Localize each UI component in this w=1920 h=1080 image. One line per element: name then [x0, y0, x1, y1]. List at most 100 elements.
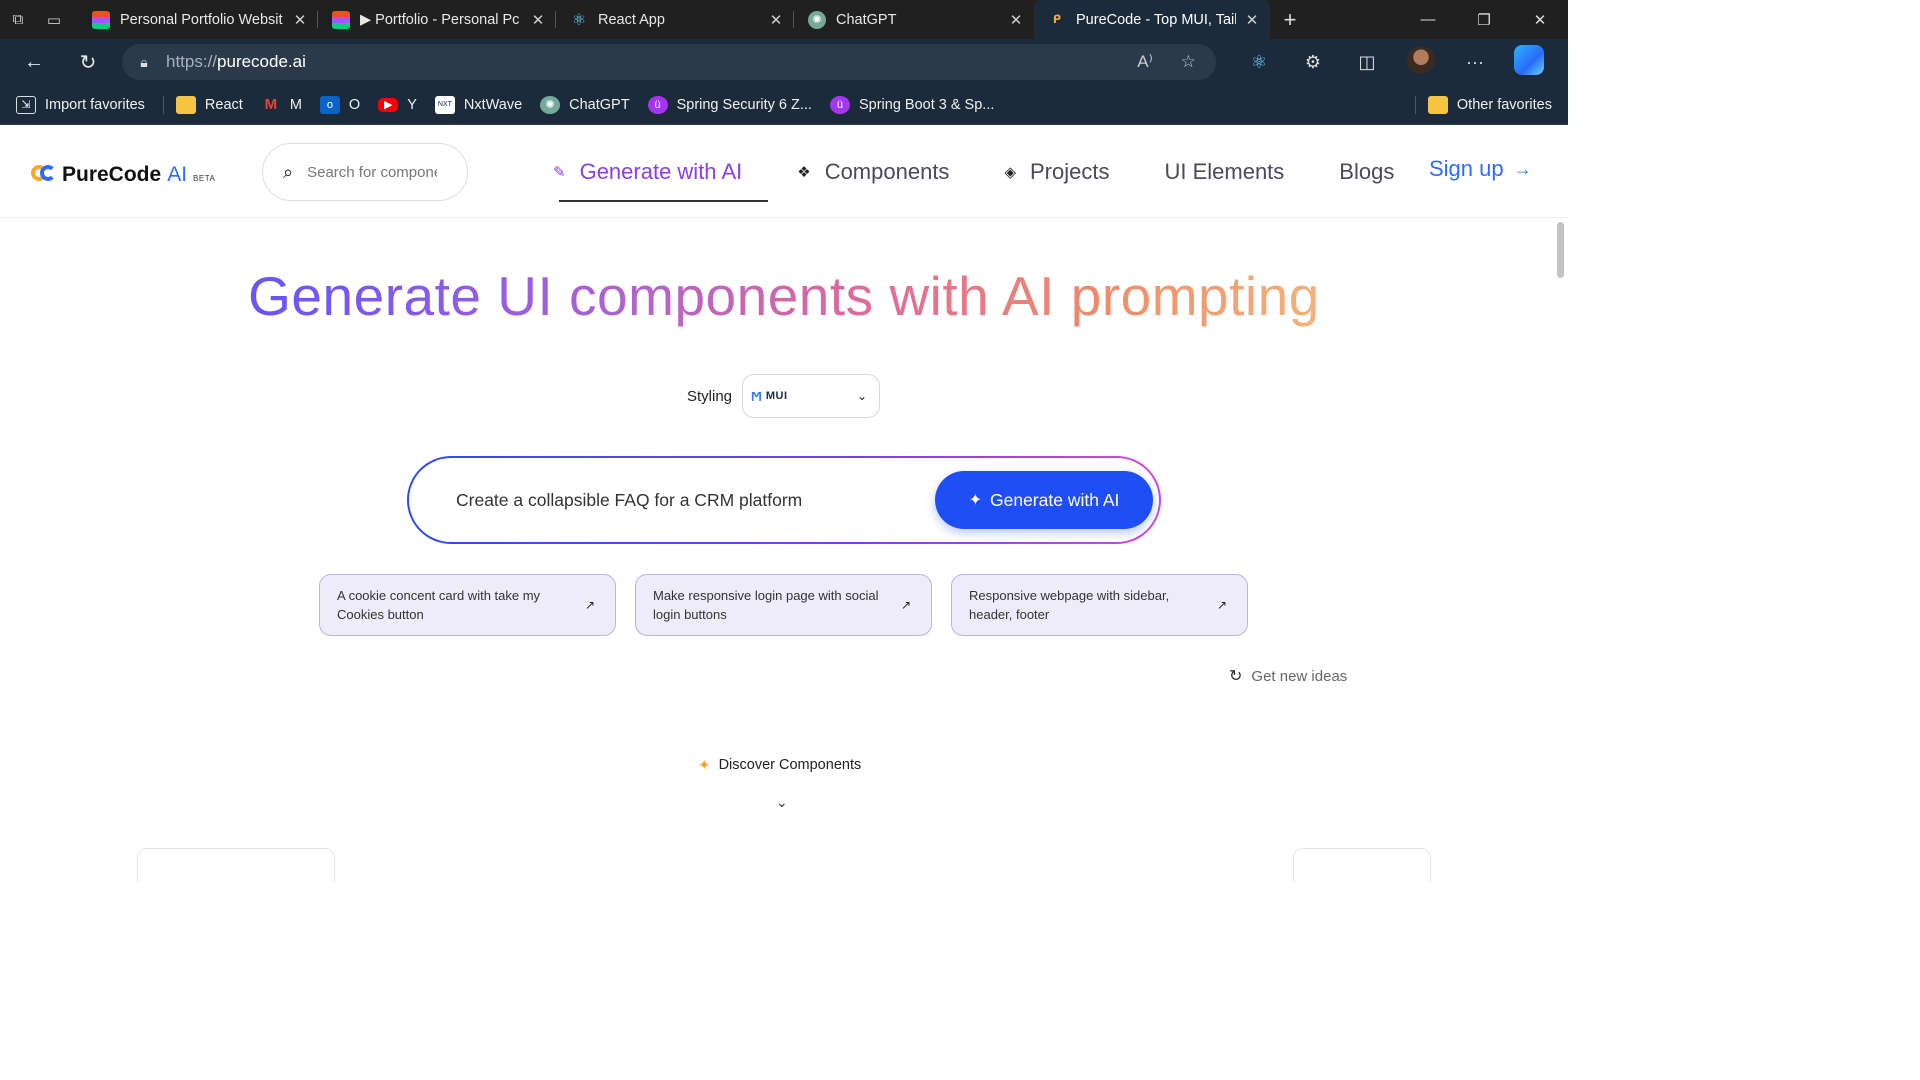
- browser-tab[interactable]: ▶ Portfolio - Personal Pc ✕: [318, 0, 556, 39]
- discover-components[interactable]: ✦ Discover Components: [698, 756, 861, 774]
- new-tab-button[interactable]: +: [1270, 7, 1310, 33]
- react-icon: ⚛: [571, 11, 587, 29]
- sparkles-icon: ✦: [968, 492, 982, 509]
- outlook-icon: o: [319, 95, 340, 114]
- styling-selector: Styling Ϻ MUI ⌄: [687, 374, 881, 418]
- close-icon[interactable]: ✕: [1008, 11, 1024, 29]
- nav-blogs[interactable]: Blogs: [1339, 126, 1394, 218]
- arrow-up-right-icon: ↗: [1216, 598, 1227, 612]
- nxtwave-icon: NXT: [434, 95, 455, 114]
- minimize-icon[interactable]: —: [1400, 11, 1456, 29]
- extensions-icon[interactable]: ⚙: [1286, 52, 1340, 73]
- react-devtools-icon[interactable]: ⚛: [1232, 52, 1286, 73]
- tab-title: PureCode - Top MUI, Tail: [1076, 11, 1236, 28]
- profile-avatar[interactable]: [1394, 45, 1448, 79]
- idea-card[interactable]: Make responsive login page with social l…: [635, 574, 932, 636]
- chatgpt-icon: ✺: [808, 10, 826, 29]
- logo-text: PureCode: [62, 163, 162, 186]
- nav-components[interactable]: ❖ Components: [797, 126, 949, 218]
- read-aloud-icon[interactable]: A⁾: [1137, 52, 1153, 72]
- back-icon[interactable]: ←: [7, 39, 61, 85]
- idea-text: Responsive webpage with sidebar, header,…: [969, 588, 1170, 622]
- bookmark-gmail[interactable]: M M: [261, 96, 302, 114]
- more-menu-icon[interactable]: ···: [1448, 52, 1502, 73]
- folder-icon: [175, 95, 196, 114]
- url-text[interactable]: https://purecode.ai: [166, 52, 306, 72]
- gmail-icon: M: [264, 96, 278, 113]
- browser-tab[interactable]: ⚛ React App ✕: [556, 0, 794, 39]
- discover-label: Discover Components: [718, 757, 862, 773]
- window-close-icon[interactable]: ✕: [1512, 11, 1568, 29]
- search-icon: ⌕: [283, 161, 294, 182]
- nav-projects[interactable]: ◈ Projects: [1004, 126, 1109, 218]
- main-nav: ✎ Generate with AI ❖ Components ◈ Projec…: [553, 126, 1449, 218]
- styling-dropdown[interactable]: Ϻ MUI ⌄: [742, 374, 881, 418]
- workspaces-icon[interactable]: ⧉: [0, 0, 36, 39]
- bookmark-label: Import favorites: [45, 96, 145, 113]
- browser-tab-active[interactable]: ᑭ PureCode - Top MUI, Tail ✕: [1034, 0, 1270, 39]
- browser-tab[interactable]: ✺ ChatGPT ✕: [794, 0, 1034, 39]
- component-card[interactable]: [1293, 848, 1431, 882]
- bookmark-chatgpt[interactable]: ✺ ChatGPT: [540, 95, 630, 114]
- refresh-icon[interactable]: ↻: [61, 39, 115, 85]
- bookmark-other-favorites[interactable]: Other favorites: [1427, 95, 1552, 114]
- chevron-down-icon[interactable]: ⌄: [776, 794, 788, 811]
- magic-wand-icon: ✎: [553, 164, 566, 181]
- site-header: PureCode AI BETA ⌕ ✎ Generate with AI ❖ …: [0, 126, 1568, 218]
- copilot-icon[interactable]: [1502, 44, 1556, 80]
- idea-text: A cookie concent card with take my Cooki…: [337, 588, 541, 622]
- split-screen-icon[interactable]: ◫: [1340, 52, 1394, 73]
- bookmark-spring-security[interactable]: ü Spring Security 6 Z...: [647, 95, 812, 114]
- idea-card[interactable]: A cookie concent card with take my Cooki…: [319, 574, 616, 636]
- bookmark-label: Spring Boot 3 & Sp...: [858, 96, 995, 113]
- address-bar[interactable]: 🔒︎ https://purecode.ai A⁾ ☆: [122, 44, 1216, 80]
- tab-title: ▶ Portfolio - Personal Pc: [360, 11, 520, 28]
- address-bar-row: ← ↻ 🔒︎ https://purecode.ai A⁾ ☆ ⚛ ⚙ ◫ ··…: [0, 39, 1568, 85]
- refresh-icon: ↻: [1229, 668, 1243, 685]
- bookmark-label: Spring Security 6 Z...: [676, 96, 812, 113]
- arrow-right-icon: →: [1513, 158, 1532, 179]
- close-icon[interactable]: ✕: [292, 11, 308, 29]
- bookmark-label: NxtWave: [463, 96, 523, 113]
- hero-title: Generate UI components with AI prompting: [0, 264, 1568, 328]
- generate-with-ai-button[interactable]: ✦ Generate with AI: [935, 471, 1153, 529]
- component-card[interactable]: [137, 848, 335, 882]
- close-icon[interactable]: ✕: [1244, 11, 1260, 29]
- browser-tab-bar: ⧉ ▭ Personal Portfolio Websit ✕ ▶ Portfo…: [0, 0, 1568, 39]
- purecode-logo[interactable]: PureCode AI BETA: [31, 159, 215, 187]
- bookmark-nxtwave[interactable]: NXT NxtWave: [434, 95, 523, 114]
- udemy-icon: ü: [647, 95, 668, 114]
- nav-label: Components: [824, 159, 950, 184]
- close-icon[interactable]: ✕: [768, 11, 784, 29]
- signup-link[interactable]: Sign up →: [1429, 156, 1532, 182]
- bookmark-import-favorites[interactable]: ⇲ Import favorites: [16, 95, 145, 114]
- nav-generate-with-ai[interactable]: ✎ Generate with AI: [553, 126, 769, 218]
- bookmark-react[interactable]: React: [175, 95, 243, 114]
- udemy-icon: ü: [829, 95, 850, 114]
- restore-icon[interactable]: ❐: [1456, 11, 1512, 29]
- bookmarks-bar: ⇲ Import favorites React M M o O ▶ Y NXT…: [0, 85, 1568, 125]
- nav-ui-elements[interactable]: UI Elements: [1164, 126, 1284, 218]
- search-input[interactable]: [307, 163, 438, 181]
- bookmark-outlook[interactable]: o O: [319, 95, 360, 114]
- nav-label: UI Elements: [1164, 159, 1285, 184]
- bookmark-spring-boot[interactable]: ü Spring Boot 3 & Sp...: [829, 95, 995, 114]
- layers-icon: ◈: [1004, 164, 1016, 181]
- arrow-up-right-icon: ↗: [900, 598, 911, 612]
- favorite-star-icon[interactable]: ☆: [1181, 52, 1196, 72]
- bookmark-youtube[interactable]: ▶ Y: [378, 97, 417, 113]
- tab-actions-icon[interactable]: ▭: [36, 0, 72, 39]
- nav-label: Projects: [1029, 159, 1110, 184]
- tab-title: ChatGPT: [836, 11, 897, 28]
- component-search[interactable]: ⌕: [262, 143, 468, 201]
- idea-card[interactable]: Responsive webpage with sidebar, header,…: [951, 574, 1248, 636]
- prompt-input[interactable]: Create a collapsible FAQ for a CRM platf…: [456, 490, 802, 511]
- youtube-icon: ▶: [378, 97, 399, 112]
- nav-label: Generate with AI: [579, 159, 743, 184]
- close-icon[interactable]: ✕: [530, 11, 546, 29]
- prompt-box: Create a collapsible FAQ for a CRM platf…: [407, 456, 1161, 544]
- divider: [1414, 95, 1416, 114]
- lock-icon: 🔒︎: [140, 53, 148, 70]
- get-new-ideas-button[interactable]: ↻ Get new ideas: [1229, 666, 1347, 686]
- browser-tab[interactable]: Personal Portfolio Websit ✕: [78, 0, 318, 39]
